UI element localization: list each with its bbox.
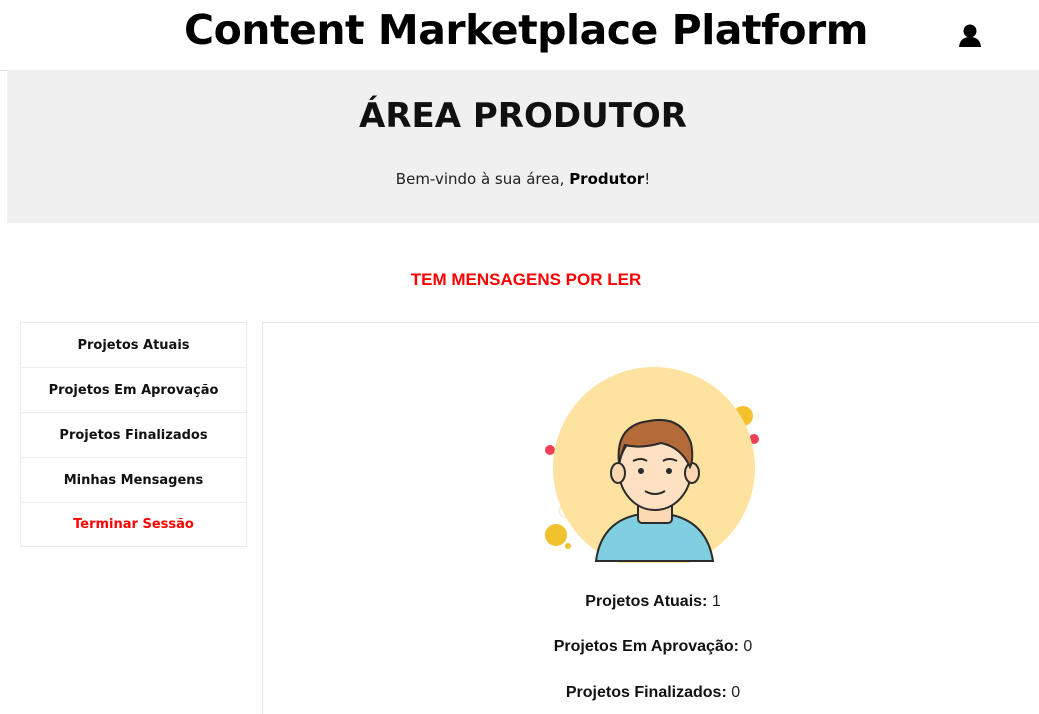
stat-projetos-atuais: Projetos Atuais: 1 (263, 593, 1039, 611)
top-bar: Content Marketplace Platform (0, 0, 1039, 71)
user-icon[interactable] (955, 22, 985, 50)
sidebar-item-projetos-em-aprovacao[interactable]: Projetos Em Aprovação (20, 367, 247, 412)
welcome-prefix: Bem-vindo à sua área, (395, 170, 570, 188)
welcome-banner: ÁREA PRODUTOR Bem-vindo à sua área, Prod… (7, 70, 1039, 223)
sidebar-item-projetos-atuais[interactable]: Projetos Atuais (20, 322, 247, 367)
male-avatar-illustration (541, 363, 761, 598)
area-title: ÁREA PRODUTOR (359, 96, 687, 136)
sidebar-menu: Projetos Atuais Projetos Em Aprovação Pr… (20, 322, 247, 547)
stat-projetos-finalizados: Projetos Finalizados: 0 (263, 684, 1039, 702)
stat-value: 1 (711, 593, 721, 610)
sidebar-item-projetos-finalizados[interactable]: Projetos Finalizados (20, 412, 247, 457)
profile-panel: Projetos Atuais: 1 Projetos Em Aprovação… (262, 322, 1039, 714)
stat-projetos-em-aprovacao: Projetos Em Aprovação: 0 (263, 638, 1039, 656)
welcome-message: Bem-vindo à sua área, Produtor! (7, 170, 1039, 188)
unread-messages-alert: TEM MENSAGENS POR LER (410, 270, 642, 289)
stat-label: Projetos Finalizados: (565, 684, 727, 701)
stat-value: 0 (731, 684, 741, 701)
stat-label: Projetos Em Aprovação: (553, 638, 739, 655)
sidebar-item-minhas-mensagens[interactable]: Minhas Mensagens (20, 457, 247, 502)
site-title: Content Marketplace Platform (184, 6, 868, 54)
stat-label: Projetos Atuais: (585, 593, 708, 610)
welcome-suffix: ! (644, 170, 651, 188)
logout-button[interactable]: Terminar Sessão (20, 502, 247, 547)
welcome-username: Produtor (569, 170, 645, 188)
stat-value: 0 (743, 638, 753, 655)
